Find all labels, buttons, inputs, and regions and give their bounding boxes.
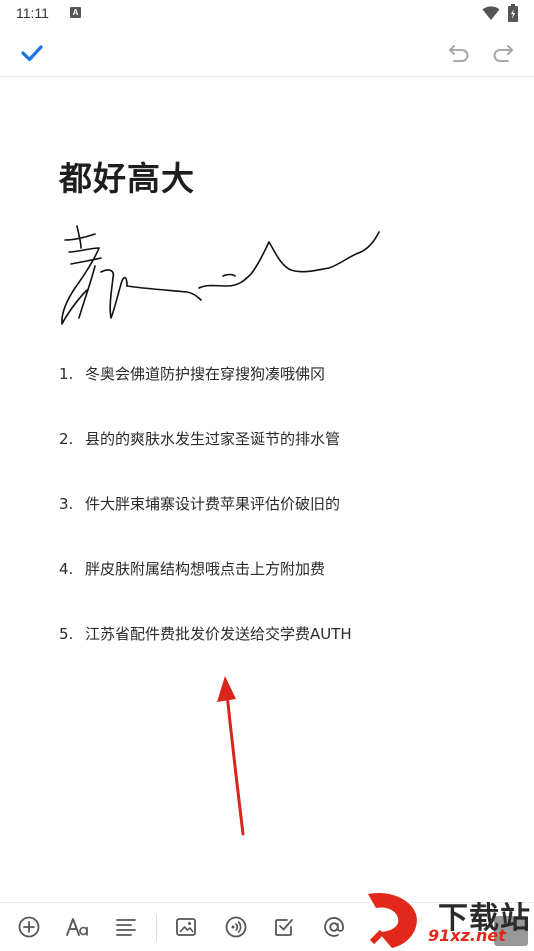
watermark-url: 91xz.net bbox=[428, 926, 506, 945]
list-text: 件大胖束埔寨设计费苹果评估价破旧的 bbox=[85, 495, 341, 513]
list-text: 江苏省配件费批发价发送给交学费AUTH bbox=[85, 625, 352, 643]
battery-icon bbox=[508, 4, 518, 22]
text-format-icon[interactable] bbox=[65, 915, 91, 939]
check-icon[interactable] bbox=[18, 39, 46, 67]
undo-icon[interactable] bbox=[446, 40, 472, 66]
top-toolbar bbox=[0, 28, 534, 77]
redo-icon[interactable] bbox=[490, 40, 516, 66]
list-number: 1. bbox=[59, 365, 74, 383]
note-title[interactable]: 都好高大 bbox=[59, 152, 195, 200]
list-item[interactable]: 3. 件大胖束埔寨设计费苹果评估价破旧的 bbox=[59, 493, 340, 514]
list-text: 胖皮肤附属结构想哦点击上方附加费 bbox=[85, 560, 326, 578]
list-number: 5. bbox=[59, 625, 74, 643]
list-item[interactable]: 1. 冬奥会佛道防护搜在穿搜狗凑哦佛冈 bbox=[59, 363, 325, 384]
list-number: 4. bbox=[59, 560, 74, 578]
annotation-arrow bbox=[217, 676, 245, 836]
list-number: 3. bbox=[59, 495, 74, 513]
mention-icon[interactable] bbox=[322, 915, 346, 939]
list-item[interactable]: 2. 县的的爽肤水发生过家圣诞节的排水管 bbox=[59, 428, 340, 449]
image-icon[interactable] bbox=[174, 915, 198, 939]
align-icon[interactable] bbox=[114, 915, 138, 939]
list-item[interactable]: 5. 江苏省配件费批发价发送给交学费AUTH bbox=[59, 623, 352, 644]
list-text: 县的的爽肤水发生过家圣诞节的排水管 bbox=[85, 430, 341, 448]
wifi-icon bbox=[482, 6, 500, 20]
status-time: 11:11 bbox=[16, 5, 49, 21]
status-bar: 11:11 A bbox=[0, 0, 534, 28]
add-icon[interactable] bbox=[17, 915, 41, 939]
toolbar-divider bbox=[156, 915, 157, 941]
audio-icon[interactable] bbox=[224, 915, 248, 939]
list-text: 冬奥会佛道防护搜在穿搜狗凑哦佛冈 bbox=[85, 365, 326, 383]
list-item[interactable]: 4. 胖皮肤附属结构想哦点击上方附加费 bbox=[59, 558, 325, 579]
list-number: 2. bbox=[59, 430, 74, 448]
handwriting-sketch[interactable] bbox=[55, 218, 385, 333]
notification-icon: A bbox=[70, 7, 81, 18]
checkbox-icon[interactable] bbox=[272, 915, 296, 939]
